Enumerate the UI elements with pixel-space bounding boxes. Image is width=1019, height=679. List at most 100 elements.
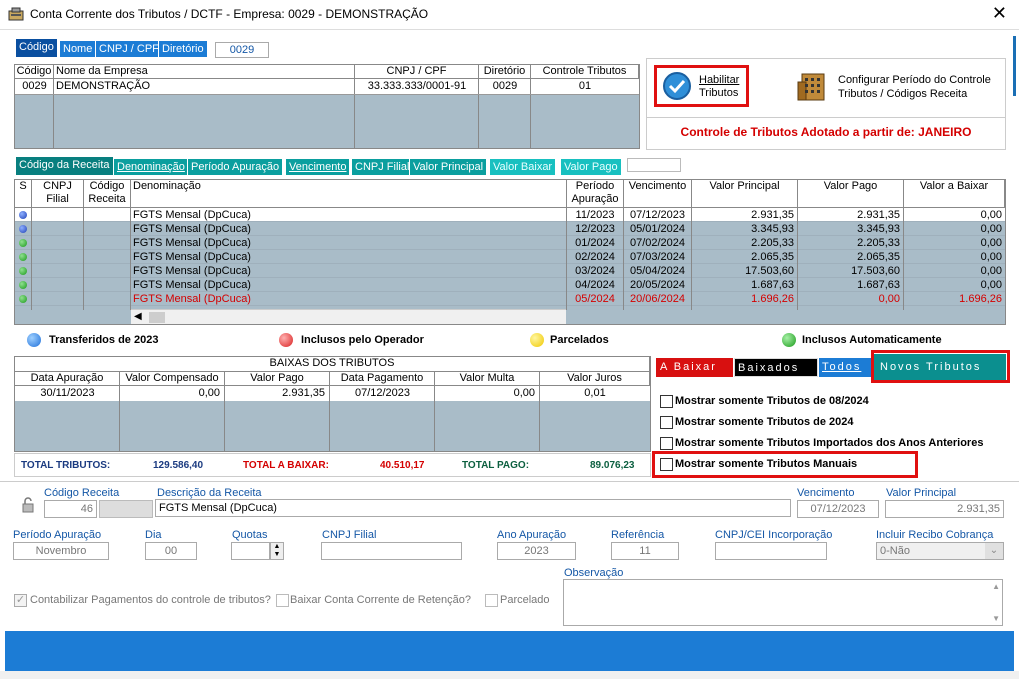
legend-inclusos-auto: Inclusos Automaticamente	[802, 334, 942, 346]
tab-periodo-apuracao[interactable]: Período Apuração	[187, 158, 284, 176]
tab-diretorio[interactable]: Diretório	[158, 40, 208, 58]
check-importados[interactable]	[660, 437, 673, 450]
col-vencimento: Vencimento	[624, 180, 692, 208]
row-cell-vpago: 1.687,63	[857, 279, 900, 291]
baixas-title: BAIXAS DOS TRIBUTOS	[15, 357, 650, 372]
configurar-label-2: Tributos / Códigos Receita	[838, 88, 968, 100]
company-cell-controle: 01	[578, 80, 592, 92]
baixar-cc-checkbox[interactable]	[276, 594, 289, 607]
contabilizar-checkbox[interactable]: ✓	[14, 594, 27, 607]
descricao-input[interactable]: FGTS Mensal (DpCuca)	[155, 499, 791, 517]
col-periodo: Período Apuração	[567, 180, 624, 208]
company-search-input[interactable]: 0029	[215, 42, 269, 58]
row-cell-vbaixar: 1.696,26	[959, 293, 1002, 305]
row-cell-vprin: 2.931,35	[751, 209, 794, 221]
configurar-periodo-button[interactable]: Configurar Período do Controle Tributos …	[838, 73, 991, 101]
stepper-up-icon[interactable]: ▲	[271, 543, 283, 551]
vencimento-input[interactable]: 07/12/2023	[797, 500, 879, 518]
textarea-scroll-down-icon[interactable]: ▼	[992, 614, 1000, 623]
table-row[interactable]: FGTS Mensal (DpCuca) 04/2024 20/05/2024 1.6…	[15, 278, 1005, 292]
row-cell-vbaixar: 0,00	[980, 209, 1002, 221]
row-cell-venc: 05/01/2024	[629, 223, 686, 235]
baixas-grid: BAIXAS DOS TRIBUTOS Data Apuração Valor …	[14, 356, 651, 452]
table-row[interactable]: FGTS Mensal (DpCuca) 03/2024 05/04/2024 17.…	[15, 264, 1005, 278]
tab-codigo[interactable]: Código	[15, 38, 58, 58]
table-row[interactable]: FGTS Mensal (DpCuca) 01/2024 07/02/2024 2.2…	[15, 236, 1005, 250]
ano-input[interactable]: 2023	[497, 542, 576, 560]
row-cell-vbaixar: 0,00	[980, 279, 1002, 291]
baixas-row[interactable]: 30/11/2023 0,00 2.931,35 07/12/2023 0,00…	[15, 386, 650, 401]
col-nome-empresa: Nome da Empresa	[54, 65, 355, 79]
row-cell-venc: 07/12/2023	[629, 209, 686, 221]
referencia-input[interactable]: 11	[611, 542, 679, 560]
filter-todos[interactable]: Todos	[819, 358, 871, 377]
table-row[interactable]: FGTS Mensal (DpCuca) 11/2023 07/12/2023 2.9…	[15, 208, 1005, 222]
filter-baixados[interactable]: Baixados	[734, 358, 818, 377]
scroll-thumb[interactable]	[149, 312, 165, 323]
total-pago-label: TOTAL PAGO:	[462, 460, 530, 471]
horizontal-scrollbar[interactable]: ◀	[131, 309, 566, 324]
app-icon	[8, 7, 24, 21]
tab-cnpj-cpf[interactable]: CNPJ / CPF	[95, 40, 163, 58]
chevron-down-icon[interactable]: ⌄	[985, 543, 1003, 559]
right-edge-bar	[1013, 36, 1016, 96]
dia-input[interactable]: 00	[145, 542, 197, 560]
tab-cnpj-filial[interactable]: CNPJ Filial	[351, 158, 414, 176]
receita-search-input[interactable]	[627, 158, 681, 172]
total-pago-value: 89.076,23	[590, 460, 635, 471]
cnpj-cei-input[interactable]	[715, 542, 827, 560]
main-window: Conta Corrente dos Tributos / DCTF - Emp…	[0, 0, 1019, 679]
tab-valor-principal[interactable]: Valor Principal	[409, 158, 488, 176]
referencia-label: Referência	[611, 529, 665, 541]
tab-denominacao[interactable]: Denominação	[113, 158, 189, 176]
baixa-cell-data-apuracao: 30/11/2023	[40, 387, 95, 399]
periodo-input[interactable]: Novembro	[13, 542, 109, 560]
company-grid: Código Nome da Empresa CNPJ / CPF Diretó…	[14, 64, 640, 149]
descricao-label: Descrição da Receita	[157, 487, 262, 499]
row-cell-per: 01/2024	[575, 237, 615, 249]
building-icon	[797, 73, 825, 101]
row-cell-vprin: 3.345,93	[751, 223, 794, 235]
row-cell-venc: 07/03/2024	[629, 251, 686, 263]
lock-icon[interactable]	[20, 497, 36, 513]
tab-codigo-receita[interactable]: Código da Receita	[15, 156, 114, 176]
legend-blue-dot	[27, 333, 41, 347]
codigo-receita-input[interactable]: 46	[44, 500, 97, 518]
col-valor-principal: Valor Principal	[692, 180, 798, 208]
novos-highlight	[871, 350, 1010, 383]
row-cell-den: FGTS Mensal (DpCuca)	[133, 279, 251, 291]
col-per-line1: Período	[575, 180, 615, 192]
row-cell-venc: 20/06/2024	[629, 293, 686, 305]
row-cell-per: 02/2024	[575, 251, 615, 263]
row-cell-vprin: 1.687,63	[751, 279, 794, 291]
parcelado-checkbox[interactable]	[485, 594, 498, 607]
tab-denominacao-label: Denominação	[117, 161, 185, 173]
table-row[interactable]: FGTS Mensal (DpCuca) 12/2023 05/01/2024 3.3…	[15, 222, 1005, 236]
quotas-stepper[interactable]: ▲ ▼	[270, 542, 284, 560]
row-cell-den: FGTS Mensal (DpCuca)	[133, 265, 251, 277]
scroll-left-icon[interactable]: ◀	[134, 311, 142, 322]
tab-valor-baixar[interactable]: Valor Baixar	[489, 158, 557, 176]
tab-vencimento[interactable]: Vencimento	[285, 158, 351, 176]
company-row[interactable]: 0029 DEMONSTRAÇÃO 33.333.333/0001-91 002…	[15, 79, 639, 94]
observacao-textarea[interactable]: ▲ ▼	[563, 579, 1003, 626]
status-green-icon	[19, 253, 27, 261]
status-green-icon	[19, 295, 27, 303]
legend-transferidos: Transferidos de 2023	[49, 334, 159, 346]
row-cell-vprin: 2.065,35	[751, 251, 794, 263]
stepper-down-icon[interactable]: ▼	[271, 551, 283, 559]
filter-a-baixar[interactable]: A Baixar	[656, 358, 733, 377]
check-tributos-082024[interactable]	[660, 395, 673, 408]
tab-nome[interactable]: Nome	[59, 40, 97, 58]
table-row[interactable]: FGTS Mensal (DpCuca) 02/2024 07/03/2024 2.0…	[15, 250, 1005, 264]
valor-principal-input[interactable]: 2.931,35	[885, 500, 1004, 518]
check-tributos-2024[interactable]	[660, 416, 673, 429]
habilitar-tributos-button[interactable]: Habilitar Tributos	[699, 74, 739, 100]
close-icon[interactable]: ✕	[992, 4, 1007, 22]
cnpj-filial-input[interactable]	[321, 542, 462, 560]
col-cnpj-line1: CNPJ	[43, 180, 72, 192]
table-row[interactable]: FGTS Mensal (DpCuca) 05/2024 20/06/2024 1.6…	[15, 292, 1005, 306]
tab-valor-pago[interactable]: Valor Pago	[560, 158, 622, 176]
quotas-input[interactable]	[231, 542, 270, 560]
textarea-scroll-up-icon[interactable]: ▲	[992, 582, 1000, 591]
